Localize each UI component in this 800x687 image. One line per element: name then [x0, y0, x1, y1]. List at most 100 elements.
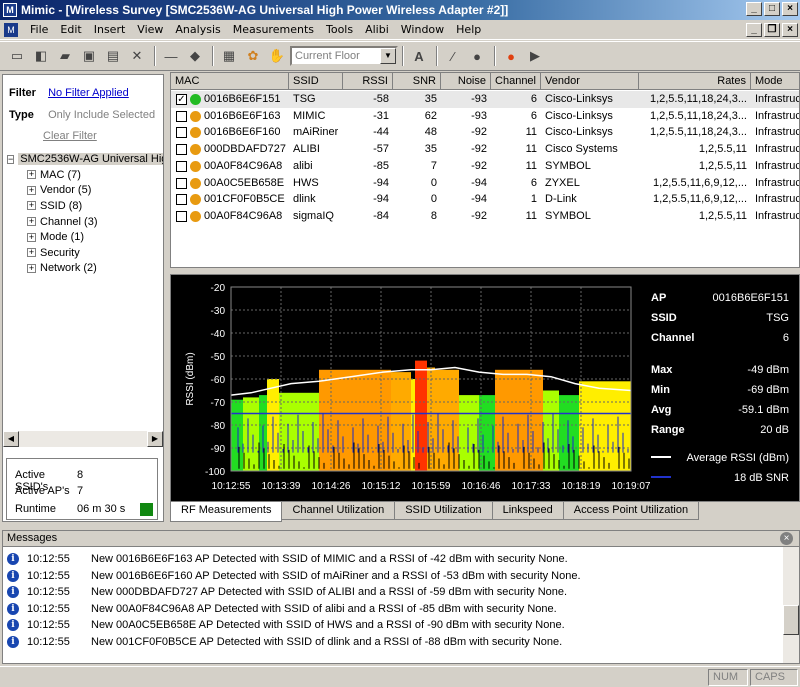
info-label: Min	[651, 384, 670, 396]
scroll-right-icon[interactable]: ▶	[147, 431, 163, 447]
row-checkbox[interactable]	[176, 160, 187, 172]
chevron-down-icon[interactable]: ▼	[380, 48, 396, 64]
rssi-chart-svg: RSSI (dBm) -20 -30 -40 -50 -60 -70 -80 -90 -100 10…	[185, 283, 789, 492]
measure-icon[interactable]: —	[160, 45, 182, 67]
col-channel[interactable]: Channel	[491, 73, 541, 90]
tab-access-point-utilization[interactable]: Access Point Utilization	[562, 502, 700, 520]
col-vendor[interactable]: Vendor	[541, 73, 639, 90]
document-icon[interactable]: M	[4, 22, 18, 37]
tab-ssid-utilization[interactable]: SSID Utilization	[394, 502, 493, 520]
tree-node-vendor[interactable]: + Vendor (5)	[7, 183, 163, 199]
expand-icon[interactable]: +	[27, 232, 36, 242]
hand-icon[interactable]: ✋	[266, 45, 288, 67]
save-icon[interactable]: ▣	[78, 45, 100, 67]
tab-linkspeed[interactable]: Linkspeed	[491, 502, 564, 520]
row-checkbox[interactable]: ✓	[176, 94, 187, 105]
expand-icon[interactable]: +	[27, 170, 36, 180]
table-row[interactable]: ✓ 0016B6E6F151 TSG -58 35 -93 6 Cisco-Linksys 1,…	[171, 91, 799, 108]
minimize-button[interactable]: _	[746, 2, 762, 16]
table-row[interactable]: 001CF0F0B5CE dlink -94 0 -94 1 D-Link 1,2,5.5,1…	[171, 191, 799, 208]
open-folder-icon[interactable]: ▰	[54, 45, 76, 67]
expand-icon[interactable]: +	[27, 217, 36, 227]
expand-icon[interactable]: +	[27, 263, 36, 273]
menu-help[interactable]: Help	[450, 23, 487, 36]
menu-insert[interactable]: Insert	[88, 23, 132, 36]
menu-window[interactable]: Window	[395, 23, 450, 36]
tab-rf-measurements[interactable]: RF Measurements	[170, 502, 283, 522]
message-item[interactable]: i 10:12:55 New 001CF0F0B5CE AP Detected wi…	[7, 634, 562, 650]
tree-node-mac[interactable]: + MAC (7)	[7, 167, 163, 183]
menu-tools[interactable]: Tools	[320, 23, 359, 36]
y-tick-label: -90	[211, 444, 226, 455]
row-checkbox[interactable]	[176, 177, 187, 189]
table-row[interactable]: 000DBDAFD727 ALIBI -57 35 -92 11 Cisco Systems…	[171, 141, 799, 158]
row-checkbox[interactable]	[176, 194, 187, 206]
clear-filter-link[interactable]: Clear Filter	[43, 130, 97, 142]
menu-view[interactable]: View	[131, 23, 169, 36]
tab-channel-utilization[interactable]: Channel Utilization	[281, 502, 396, 520]
tree-node-ssid[interactable]: + SSID (8)	[7, 198, 163, 214]
message-item[interactable]: i 10:12:55 New 000DBDAFD727 AP Detected wi…	[7, 584, 567, 600]
tree-node-network[interactable]: + Network (2)	[7, 261, 163, 277]
col-noise[interactable]: Noise	[441, 73, 491, 90]
eraser-icon[interactable]: ◆	[184, 45, 206, 67]
message-item[interactable]: i 10:12:55 New 0016B6E6F163 AP Detected wi…	[7, 551, 568, 567]
col-rates[interactable]: Rates	[639, 73, 751, 90]
messages-scrollbar[interactable]	[783, 547, 799, 663]
col-snr[interactable]: SNR	[393, 73, 441, 90]
close-icon[interactable]: ×	[780, 532, 793, 545]
scroll-left-icon[interactable]: ◀	[3, 431, 19, 447]
filter-link[interactable]: No Filter Applied	[48, 87, 129, 99]
menu-alibi[interactable]: Alibi	[359, 23, 395, 36]
save-all-icon[interactable]: ▤	[102, 45, 124, 67]
message-item[interactable]: i 10:12:55 New 00A0F84C96A8 AP Detected wi…	[7, 601, 557, 617]
menu-edit[interactable]: Edit	[54, 23, 87, 36]
palette-icon[interactable]: ✿	[242, 45, 264, 67]
row-checkbox[interactable]	[176, 110, 187, 122]
image-icon[interactable]: ▦	[218, 45, 240, 67]
text-icon[interactable]: A	[408, 45, 430, 67]
expand-icon[interactable]: +	[27, 201, 36, 211]
table-row[interactable]: 0016B6E6F160 mAiRiner -44 48 -92 11 Cisco-Link…	[171, 124, 799, 141]
row-checkbox[interactable]	[176, 127, 187, 139]
wand-icon[interactable]: ⁄	[442, 45, 464, 67]
stop-icon[interactable]: ●	[500, 45, 522, 67]
caps-indicator: CAPS	[750, 669, 798, 686]
mdi-close-button[interactable]: ×	[782, 23, 798, 37]
node-icon[interactable]: ●	[466, 45, 488, 67]
expand-icon[interactable]: +	[27, 248, 36, 258]
menu-file[interactable]: File	[24, 23, 54, 36]
expand-icon[interactable]: +	[27, 185, 36, 195]
message-item[interactable]: i 10:12:55 New 0016B6E6F160 AP Detected wi…	[7, 568, 581, 584]
menu-measurements[interactable]: Measurements	[227, 23, 320, 36]
table-row[interactable]: 00A0F84C96A8 sigmaIQ -84 8 -92 11 SYMBOL 1,2,5.…	[171, 208, 799, 225]
tree-node-channel[interactable]: + Channel (3)	[7, 214, 163, 230]
tree-horizontal-scrollbar[interactable]: ◀ ▶	[3, 431, 163, 447]
delete-icon[interactable]: ✕	[126, 45, 148, 67]
current-floor-select[interactable]: Current Floor ▼	[290, 46, 398, 66]
close-button[interactable]: ×	[782, 2, 798, 16]
collapse-icon[interactable]: −	[7, 154, 15, 164]
message-item[interactable]: i 10:12:55 New 00A0C5EB658E AP Detected wi…	[7, 617, 565, 633]
row-checkbox[interactable]	[176, 210, 187, 222]
mdi-minimize-button[interactable]: _	[746, 23, 762, 37]
tree-node-mode[interactable]: + Mode (1)	[7, 229, 163, 245]
status-dot-icon	[190, 177, 201, 189]
col-rssi[interactable]: RSSI	[343, 73, 393, 90]
table-row[interactable]: 0016B6E6F163 MIMIC -31 62 -93 6 Cisco-Linksys 1…	[171, 108, 799, 125]
menu-analysis[interactable]: Analysis	[169, 23, 226, 36]
tree-root[interactable]: − SMC2536W-AG Universal High Power Wirel…	[7, 151, 163, 167]
new-icon[interactable]: ▭	[6, 45, 28, 67]
table-row[interactable]: 00A0F84C96A8 alibi -85 7 -92 11 SYMBOL 1,2,5.5,…	[171, 158, 799, 175]
maximize-button[interactable]: □	[764, 2, 780, 16]
row-checkbox[interactable]	[176, 144, 187, 156]
col-mode[interactable]: Mode	[751, 73, 799, 90]
mdi-restore-button[interactable]: ❐	[764, 23, 780, 37]
tree-node-security[interactable]: + Security	[7, 245, 163, 261]
open-icon[interactable]: ◧	[30, 45, 52, 67]
table-row[interactable]: 00A0C5EB658E HWS -94 0 -94 6 ZYXEL 1,2,5.5,11,6…	[171, 175, 799, 192]
col-mac[interactable]: MAC	[171, 73, 289, 90]
play-icon[interactable]: ▶	[524, 45, 546, 67]
scroll-thumb[interactable]	[783, 605, 799, 635]
col-ssid[interactable]: SSID	[289, 73, 343, 90]
